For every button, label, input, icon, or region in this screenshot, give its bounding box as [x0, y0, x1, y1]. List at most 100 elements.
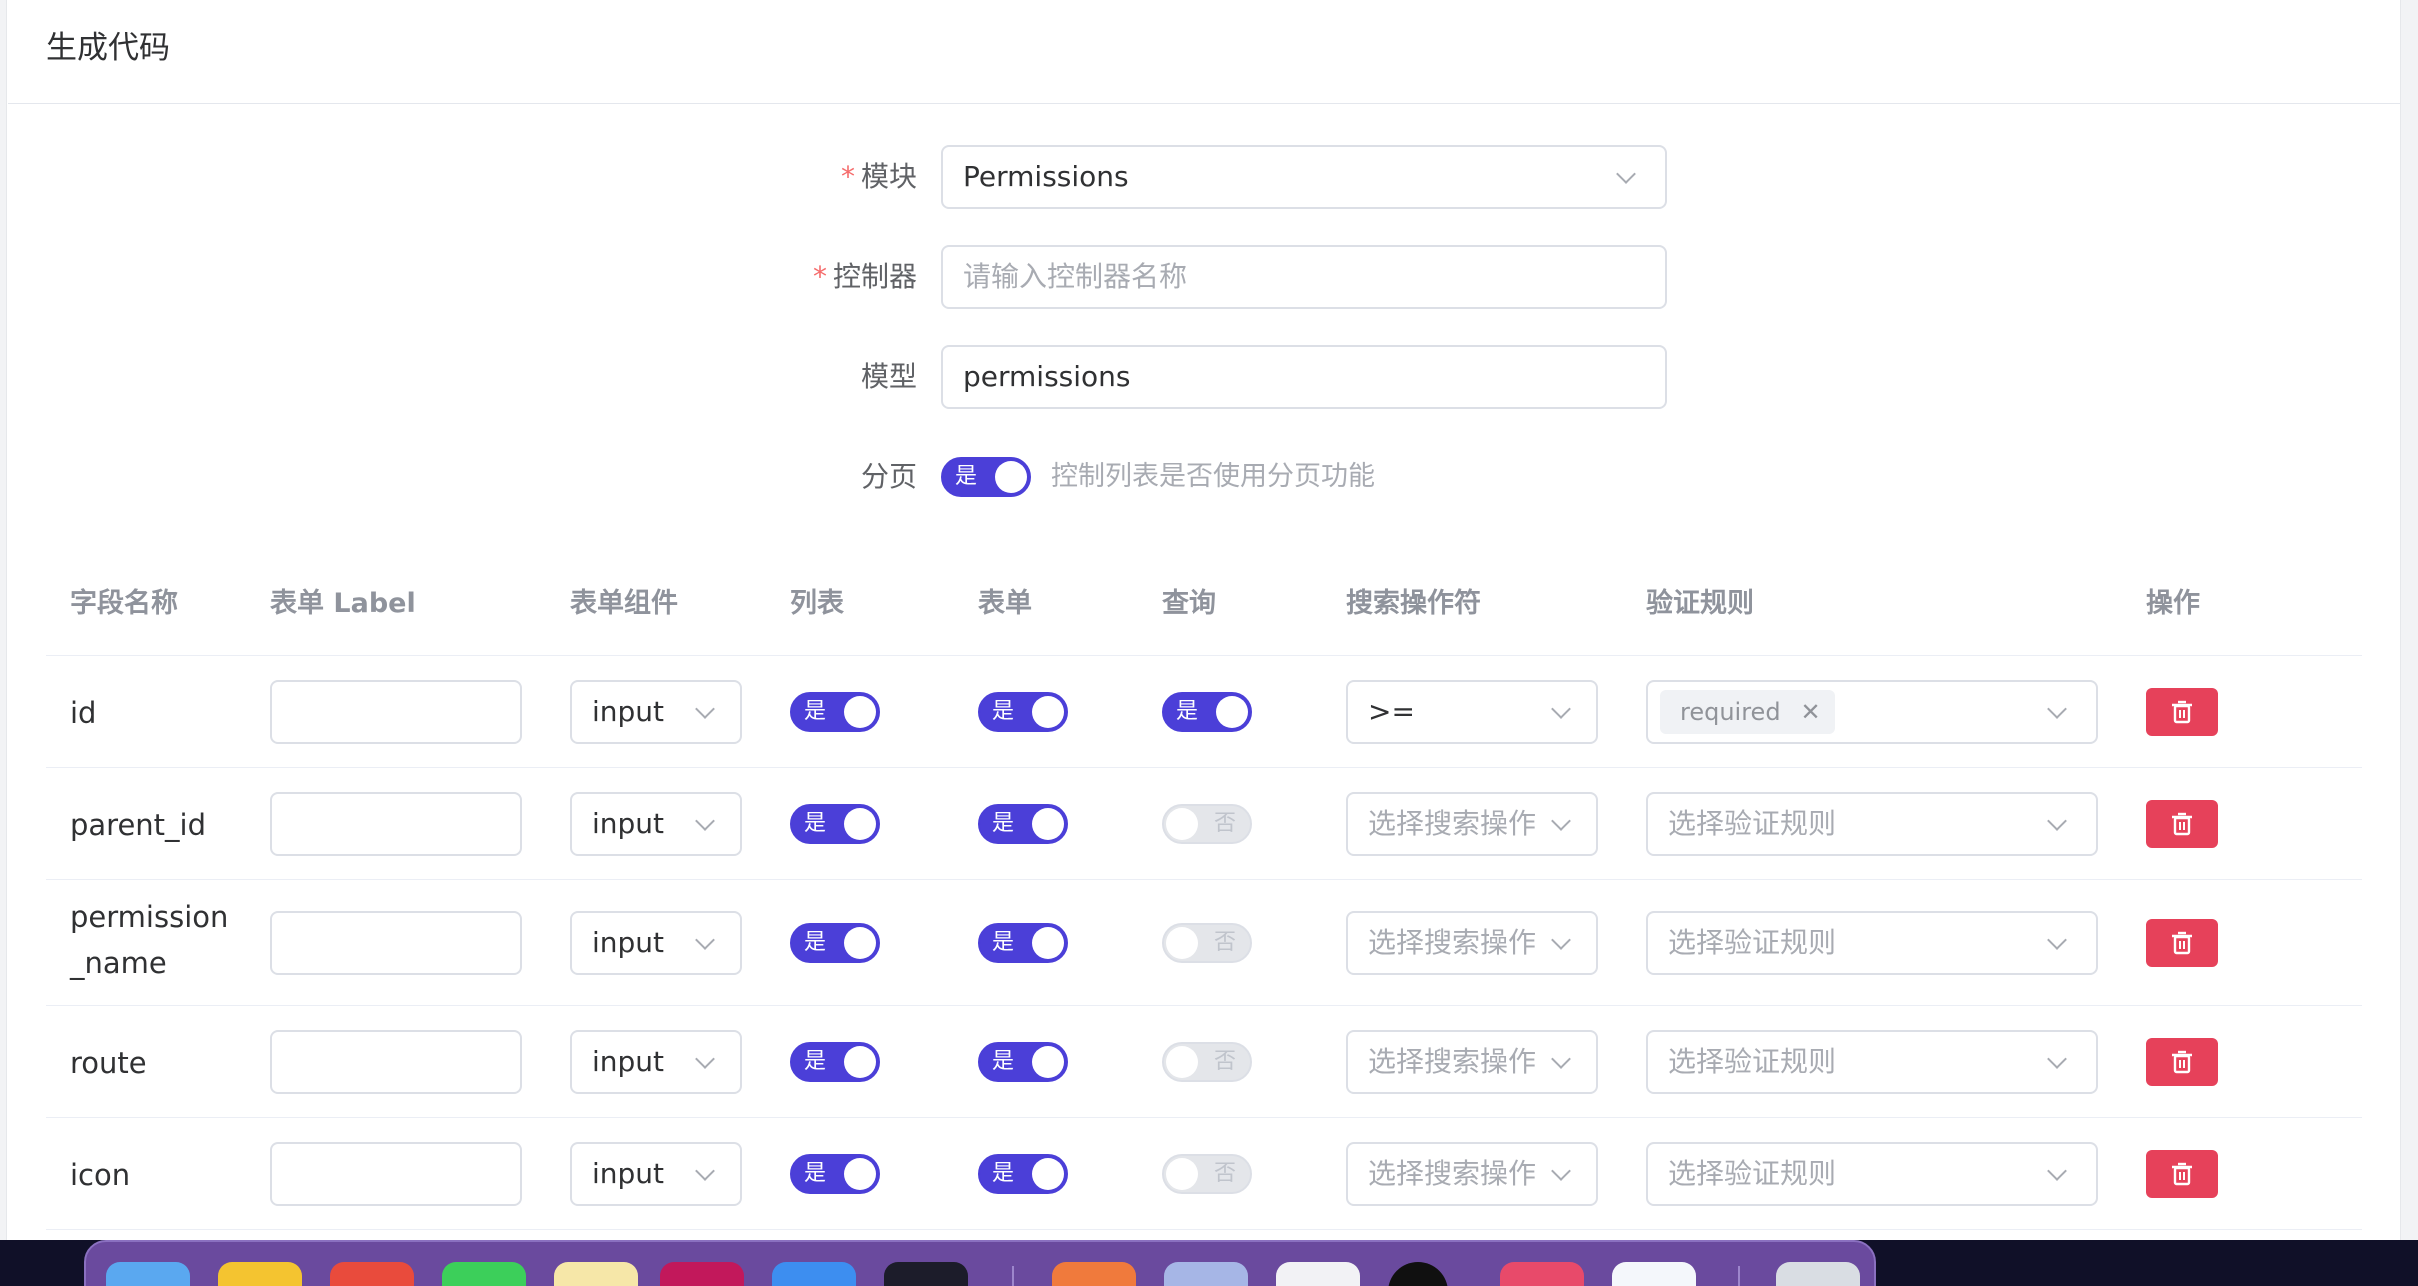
rule-select[interactable]: 选择验证规则	[1646, 1030, 2098, 1094]
switch-text: 是	[955, 464, 978, 489]
trash-icon	[2172, 1162, 2192, 1186]
notes-icon[interactable]	[218, 1262, 302, 1286]
chevron-down-icon	[695, 1049, 715, 1069]
xcode-icon[interactable]	[772, 1262, 856, 1286]
required-mark: *	[840, 160, 855, 193]
operator-select[interactable]: 选择搜索操作	[1346, 1142, 1598, 1206]
delete-button[interactable]	[2146, 800, 2218, 848]
fields-table: 字段名称 表单 Label 表单组件 列表 表单 查询 搜索操作符 验证规则 操…	[46, 545, 2362, 1240]
form-label-input[interactable]	[270, 680, 522, 744]
module-label: * 模块	[617, 145, 917, 209]
controller-placeholder: 请输入控制器名称	[963, 260, 1188, 293]
model-input[interactable]: permissions	[941, 345, 1667, 409]
query-switch[interactable]: 是	[1162, 692, 1252, 732]
header-form-label: 表单 Label	[270, 588, 416, 619]
controller-input[interactable]: 请输入控制器名称	[941, 245, 1667, 309]
postman-icon[interactable]	[1052, 1262, 1136, 1286]
qq-icon[interactable]	[1388, 1262, 1448, 1286]
component-value: input	[592, 695, 665, 728]
terminal-icon[interactable]	[884, 1262, 968, 1286]
form-label-input[interactable]	[270, 1030, 522, 1094]
delete-button[interactable]	[2146, 919, 2218, 967]
switch-knob	[1032, 696, 1064, 728]
trash-icon	[2172, 812, 2192, 836]
list-switch[interactable]: 是	[790, 1042, 880, 1082]
phpstorm-icon[interactable]	[660, 1262, 744, 1286]
rule-placeholder: 选择验证规则	[1668, 926, 1837, 959]
switch-knob	[1166, 1046, 1198, 1078]
switch-knob	[1166, 808, 1198, 840]
form-label-input[interactable]	[270, 792, 522, 856]
pagination-switch[interactable]: 是	[941, 457, 1031, 497]
app-icon[interactable]	[1276, 1262, 1360, 1286]
finder-icon[interactable]	[106, 1262, 190, 1286]
rule-select[interactable]: 选择验证规则	[1646, 1142, 2098, 1206]
app-icon[interactable]	[1612, 1262, 1696, 1286]
app-icon[interactable]	[1500, 1262, 1584, 1286]
form-label-input[interactable]	[270, 1142, 522, 1206]
list-switch[interactable]: 是	[790, 692, 880, 732]
card-header: 生成代码	[8, 0, 2400, 104]
form-switch[interactable]: 是	[978, 1154, 1068, 1194]
component-select[interactable]: input	[570, 911, 742, 975]
chevron-down-icon	[2047, 930, 2067, 950]
query-switch[interactable]: 否	[1162, 1042, 1252, 1082]
component-select[interactable]: input	[570, 680, 742, 744]
form-switch[interactable]: 是	[978, 692, 1068, 732]
form-row-pagination: 分页 是 控制列表是否使用分页功能	[0, 445, 2418, 509]
dock-separator	[1012, 1266, 1014, 1286]
form-switch[interactable]: 是	[978, 804, 1068, 844]
operator-value: >=	[1368, 695, 1415, 728]
form-switch[interactable]: 是	[978, 1042, 1068, 1082]
operator-placeholder: 选择搜索操作	[1368, 1157, 1537, 1190]
form-row-model: 模型 permissions	[0, 345, 2418, 409]
switch-text: 是	[804, 930, 827, 955]
component-select[interactable]: input	[570, 1030, 742, 1094]
app-icon[interactable]	[554, 1262, 638, 1286]
list-switch[interactable]: 是	[790, 923, 880, 963]
form-label-input[interactable]	[270, 911, 522, 975]
component-value: input	[592, 1157, 665, 1190]
page-title: 生成代码	[46, 30, 170, 66]
list-switch[interactable]: 是	[790, 804, 880, 844]
switch-knob	[1166, 927, 1198, 959]
rule-placeholder: 选择验证规则	[1668, 1157, 1837, 1190]
operator-select[interactable]: 选择搜索操作	[1346, 911, 1598, 975]
delete-button[interactable]	[2146, 688, 2218, 736]
form-switch[interactable]: 是	[978, 923, 1068, 963]
chevron-down-icon	[2047, 811, 2067, 831]
delete-button[interactable]	[2146, 1150, 2218, 1198]
rule-tag-label: required	[1680, 698, 1781, 726]
operator-select[interactable]: >=	[1346, 680, 1598, 744]
delete-button[interactable]	[2146, 1038, 2218, 1086]
operator-select[interactable]: 选择搜索操作	[1346, 792, 1598, 856]
switch-text: 是	[804, 1049, 827, 1074]
messages-icon[interactable]	[442, 1262, 526, 1286]
query-switch[interactable]: 否	[1162, 923, 1252, 963]
chevron-down-icon	[2047, 1161, 2067, 1181]
switch-knob	[1032, 1046, 1064, 1078]
rule-select[interactable]: 选择验证规则	[1646, 792, 2098, 856]
switch-text: 否	[1213, 811, 1236, 836]
field-name: id	[70, 696, 97, 730]
switch-knob	[844, 1046, 876, 1078]
header-search-operator: 搜索操作符	[1346, 588, 1481, 619]
module-select[interactable]: Permissions	[941, 145, 1667, 209]
query-switch[interactable]: 否	[1162, 1154, 1252, 1194]
rule-select[interactable]: required ✕	[1646, 680, 2098, 744]
component-select[interactable]: input	[570, 792, 742, 856]
switch-text: 是	[992, 699, 1015, 724]
list-switch[interactable]: 是	[790, 1154, 880, 1194]
trash-icon[interactable]	[1776, 1262, 1860, 1286]
query-switch[interactable]: 否	[1162, 804, 1252, 844]
close-icon[interactable]: ✕	[1800, 690, 1820, 734]
rule-tag: required ✕	[1660, 690, 1835, 734]
rule-select[interactable]: 选择验证规则	[1646, 911, 2098, 975]
operator-select[interactable]: 选择搜索操作	[1346, 1030, 1598, 1094]
row-divider	[46, 1229, 2362, 1230]
chrome-icon[interactable]	[330, 1262, 414, 1286]
app-icon[interactable]	[1164, 1262, 1248, 1286]
required-mark: *	[812, 260, 827, 293]
component-select[interactable]: input	[570, 1142, 742, 1206]
header-query: 查询	[1162, 588, 1216, 619]
